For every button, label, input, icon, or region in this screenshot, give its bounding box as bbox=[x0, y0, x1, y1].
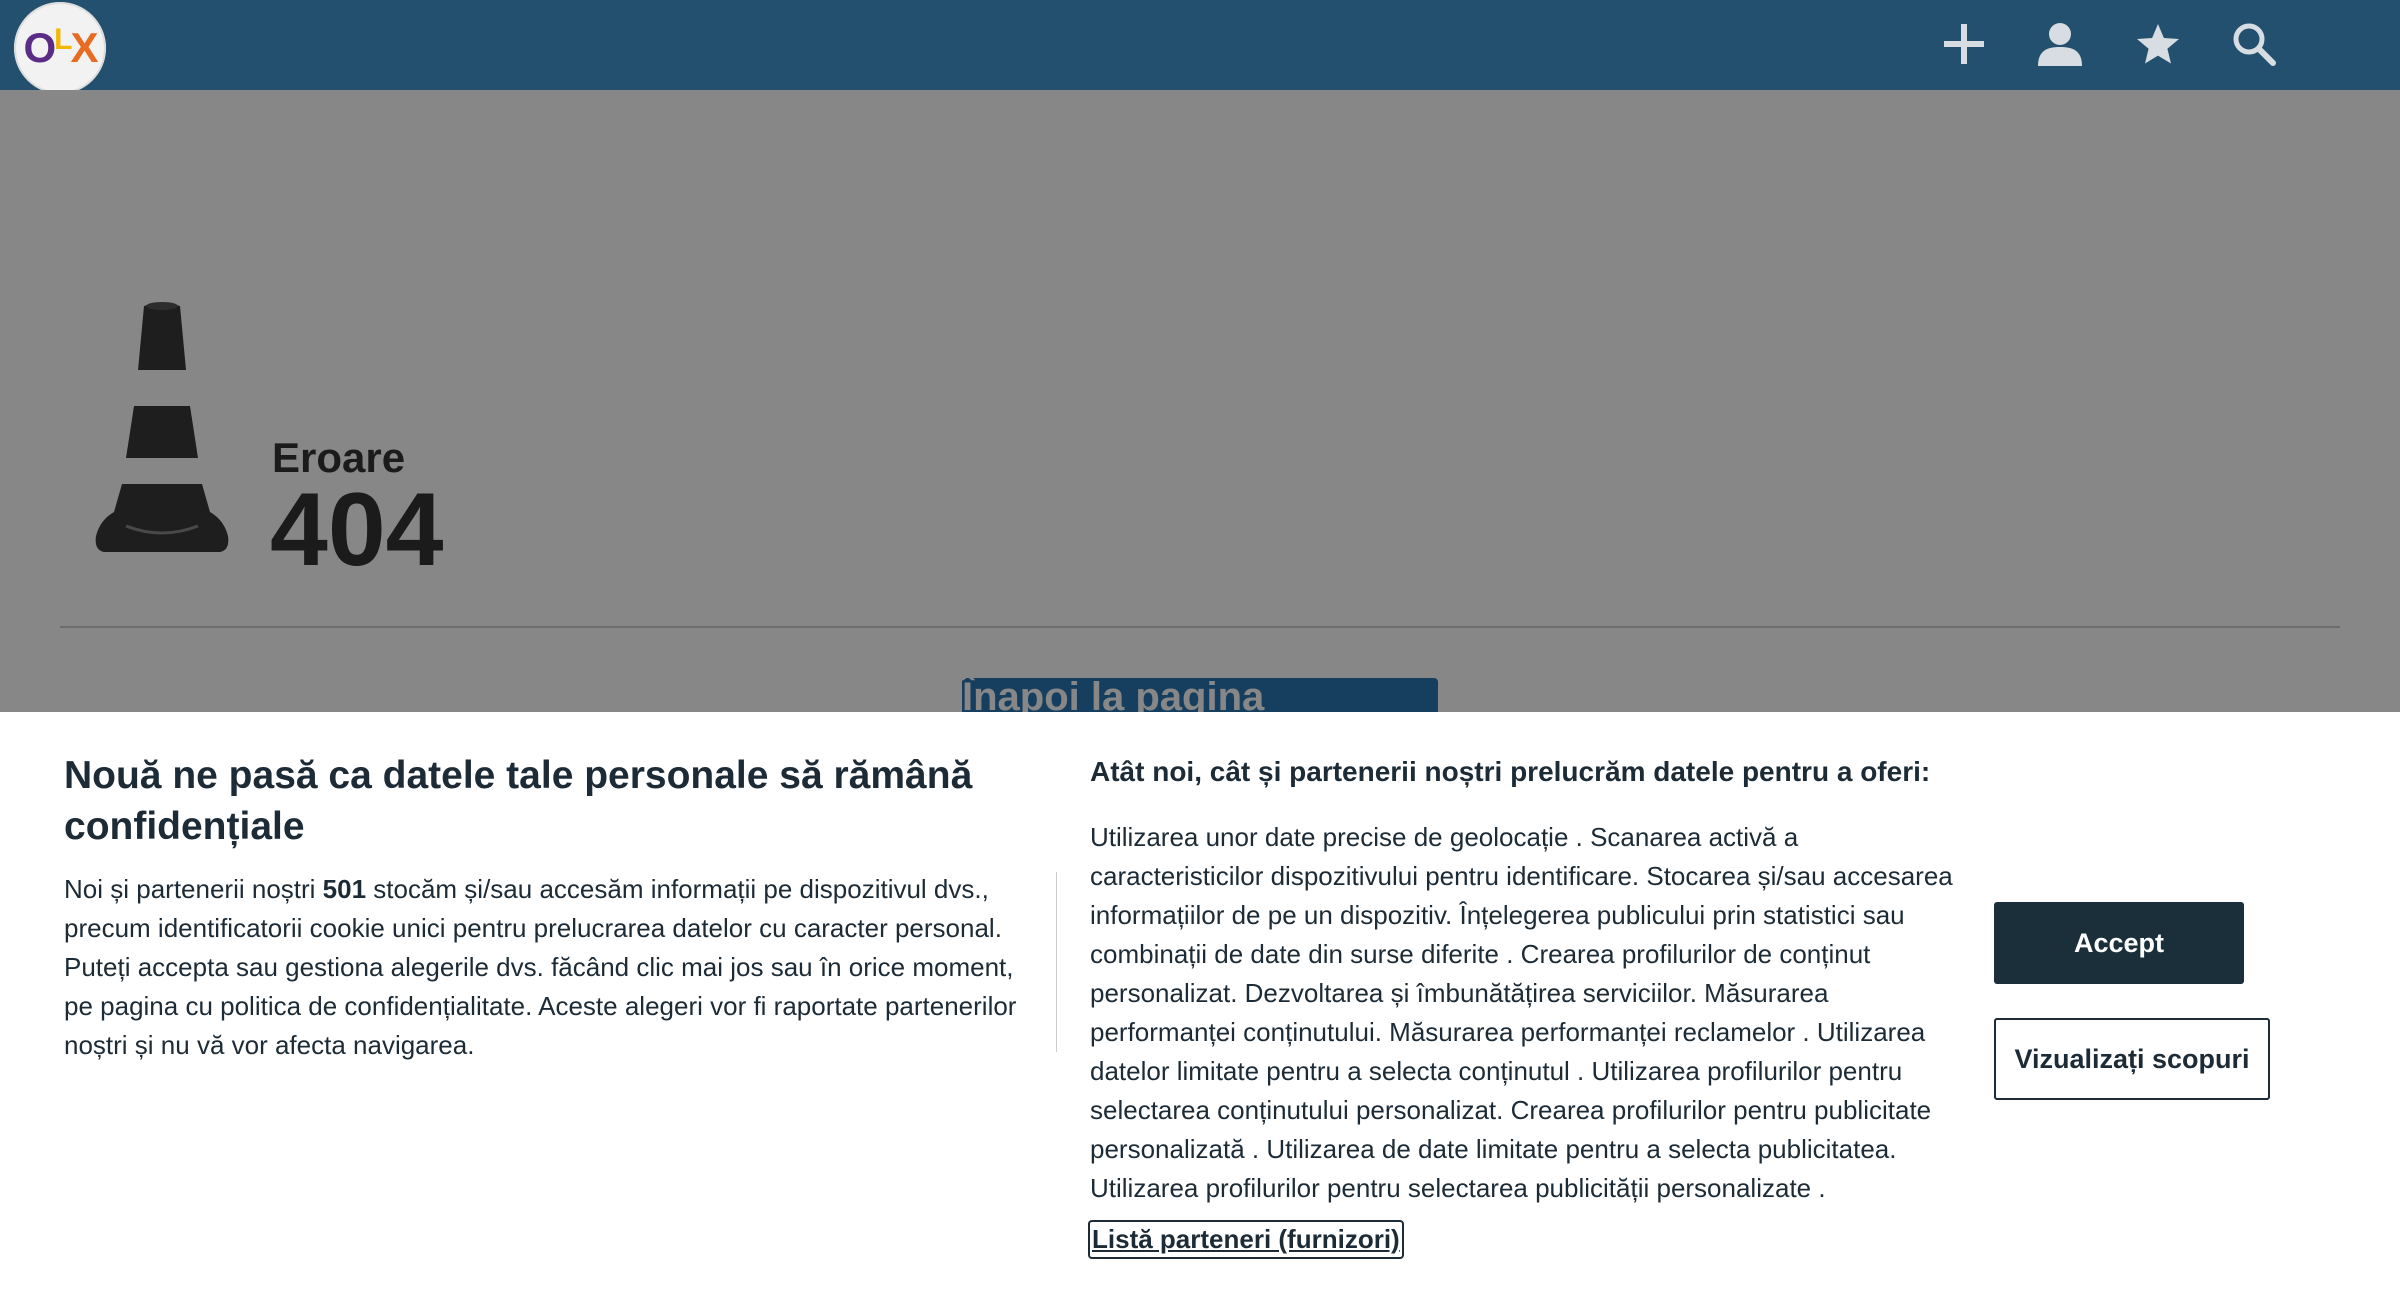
view-purposes-button[interactable]: Vizualizați scopuri bbox=[1994, 1018, 2270, 1100]
logo-letter-o: O bbox=[23, 24, 56, 71]
plus-icon[interactable] bbox=[1936, 16, 1992, 72]
consent-description: Noi și partenerii noștri 501 stocăm și/s… bbox=[64, 870, 1044, 1065]
cookie-consent-banner: Nouă ne pasă ca datele tale personale să… bbox=[0, 712, 2400, 1298]
top-header: OLX bbox=[0, 0, 2400, 94]
consent-title: Nouă ne pasă ca datele tale personale să… bbox=[64, 754, 973, 848]
user-icon[interactable] bbox=[2032, 16, 2088, 72]
logo-letter-l: L bbox=[54, 23, 72, 56]
search-icon[interactable] bbox=[2226, 16, 2282, 72]
purposes-description: Utilizarea unor date precise de geolocaț… bbox=[1090, 822, 1953, 1203]
column-divider bbox=[1056, 872, 1057, 1052]
modal-overlay[interactable] bbox=[0, 90, 2400, 712]
purposes-title: Atât noi, cât și partenerii noștri prelu… bbox=[1090, 756, 1931, 787]
consent-text-start: Noi și partenerii noștri bbox=[64, 874, 323, 904]
partners-count: 501 bbox=[322, 874, 367, 904]
partners-list-link[interactable]: Listă parteneri (furnizori) bbox=[1088, 1220, 1404, 1259]
accept-button[interactable]: Accept bbox=[1994, 902, 2244, 984]
star-icon[interactable] bbox=[2130, 16, 2186, 72]
logo-letter-x: X bbox=[70, 24, 98, 71]
olx-logo[interactable]: OLX bbox=[14, 2, 106, 94]
